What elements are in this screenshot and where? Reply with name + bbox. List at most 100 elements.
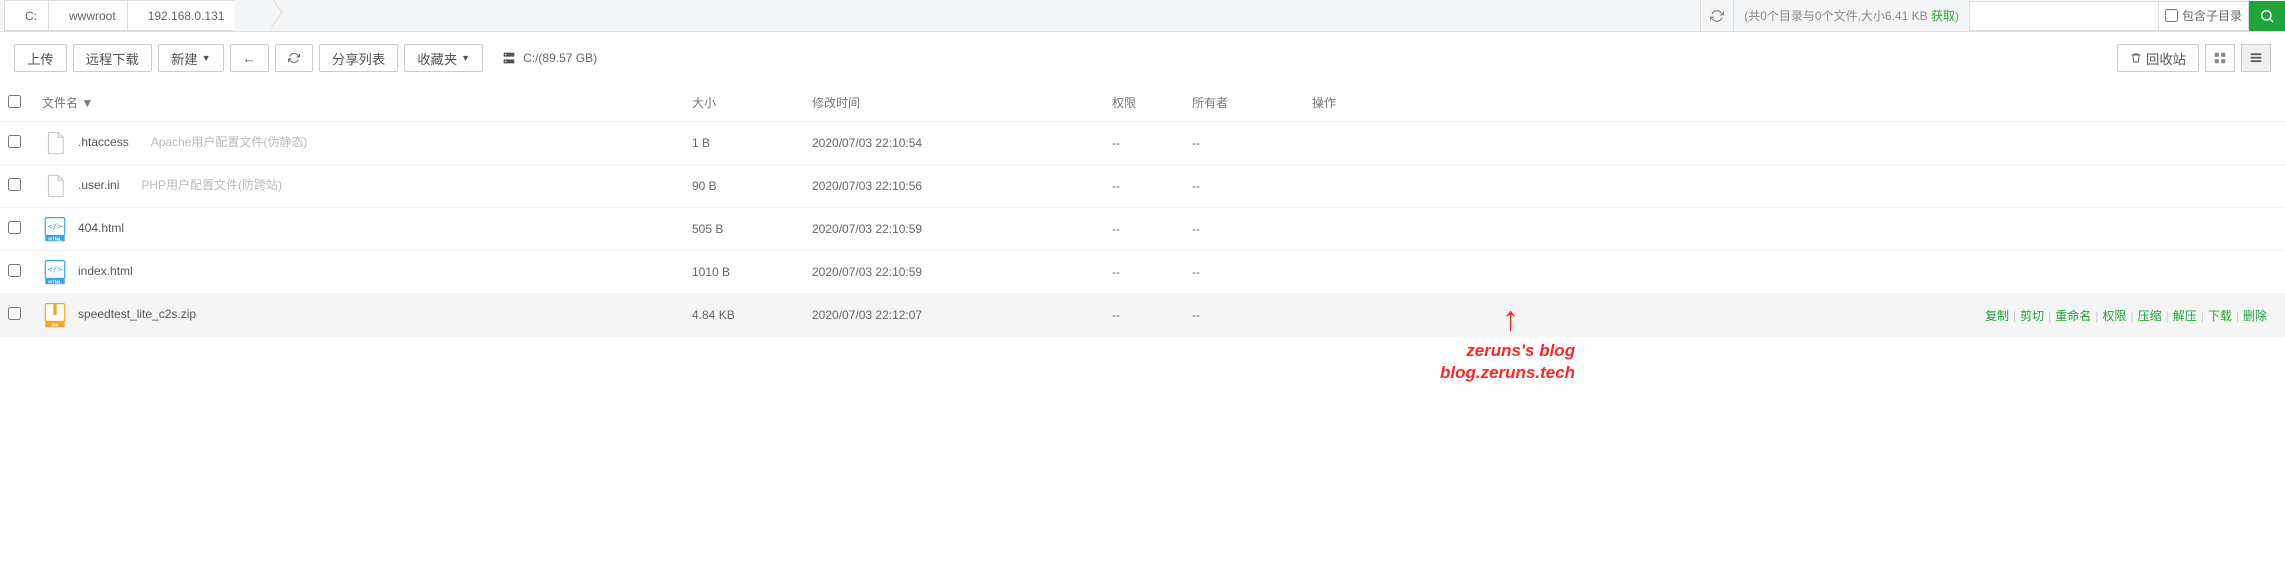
file-name[interactable]: index.html xyxy=(78,264,133,278)
include-subdir-input[interactable] xyxy=(2165,9,2178,22)
row-action-0[interactable]: 复制 xyxy=(1985,309,2009,323)
row-action-7[interactable]: 删除 xyxy=(2243,309,2267,323)
html-file-icon: </> HTML xyxy=(42,216,68,242)
file-desc: Apache用户配置文件(伪静态) xyxy=(151,135,308,149)
breadcrumb-seg-ip[interactable]: 192.168.0.131 xyxy=(127,0,242,31)
html-file-icon: </>HTML xyxy=(42,259,68,285)
header-mtime[interactable]: 修改时间 xyxy=(804,84,1104,122)
view-list-button[interactable] xyxy=(2241,44,2271,72)
view-grid-button[interactable] xyxy=(2205,44,2235,72)
file-owner: -- xyxy=(1184,251,1304,294)
zip-file-icon: ZIP xyxy=(42,302,68,328)
svg-text:</>: </> xyxy=(48,221,63,231)
remote-download-button[interactable]: 远程下载 xyxy=(73,44,152,72)
header-name[interactable]: 文件名 ▼ xyxy=(34,84,684,122)
file-mtime: 2020/07/03 22:10:59 xyxy=(804,208,1104,251)
file-size: 1 B xyxy=(684,122,804,165)
refresh-button[interactable] xyxy=(275,44,313,72)
status-text: (共0个目录与0个文件,大小6.41 KB 获取) xyxy=(1734,7,1969,24)
search-icon xyxy=(2259,8,2275,24)
header-size[interactable]: 大小 xyxy=(684,84,804,122)
file-actions xyxy=(1304,165,2285,208)
header-action: 操作 xyxy=(1304,84,2285,122)
row-action-2[interactable]: 重命名 xyxy=(2055,309,2091,323)
list-icon xyxy=(2249,51,2263,65)
file-actions xyxy=(1304,122,2285,165)
file-perm: -- xyxy=(1104,251,1184,294)
file-actions xyxy=(1304,208,2285,251)
refresh-icon xyxy=(1710,9,1724,23)
select-all-checkbox[interactable] xyxy=(8,95,21,108)
table-row[interactable]: </>HTML404.html505 B2020/07/03 22:10:59-… xyxy=(0,208,2285,251)
file-size: 1010 B xyxy=(684,251,804,294)
watermark: zeruns's blog blog.zeruns.tech xyxy=(1440,340,1575,384)
refresh-icon xyxy=(288,52,300,64)
back-button[interactable]: ← xyxy=(230,44,269,72)
file-mtime: 2020/07/03 22:10:54 xyxy=(804,122,1104,165)
disk-info: C:/(89.57 GB) xyxy=(501,50,597,66)
breadcrumb-bar: C: wwwroot 192.168.0.131 (共0个目录与0个文件,大小6… xyxy=(0,0,2285,32)
file-perm: -- xyxy=(1104,165,1184,208)
file-perm: -- xyxy=(1104,122,1184,165)
status-get-link[interactable]: 获取 xyxy=(1931,9,1955,23)
row-action-6[interactable]: 下载 xyxy=(2208,309,2232,323)
svg-text:HTML: HTML xyxy=(48,236,62,242)
file-actions: 复制|剪切|重命名|权限|压缩|解压|下载|删除 xyxy=(1304,294,2285,337)
share-button[interactable]: 分享列表 xyxy=(319,44,398,72)
breadcrumb-tail xyxy=(235,0,273,31)
row-checkbox[interactable] xyxy=(8,135,21,148)
file-mtime: 2020/07/03 22:12:07 xyxy=(804,294,1104,337)
new-button[interactable]: 新建▼ xyxy=(158,44,224,72)
table-row[interactable]: .htaccess Apache用户配置文件(伪静态) 1 B2020/07/03 … xyxy=(0,122,2285,165)
file-file-icon xyxy=(42,173,68,199)
upload-button[interactable]: 上传 xyxy=(14,44,67,72)
file-table: 文件名 ▼ 大小 修改时间 权限 所有者 操作 .htaccess Apache用… xyxy=(0,84,2285,337)
row-checkbox[interactable] xyxy=(8,307,21,320)
include-subdir-checkbox[interactable]: 包含子目录 xyxy=(2159,1,2249,31)
breadcrumb-seg-c[interactable]: C: xyxy=(4,0,54,31)
row-checkbox[interactable] xyxy=(8,221,21,234)
row-action-4[interactable]: 压缩 xyxy=(2138,309,2162,323)
file-size: 4.84 KB xyxy=(684,294,804,337)
file-actions xyxy=(1304,251,2285,294)
row-checkbox[interactable] xyxy=(8,264,21,277)
svg-text:HTML: HTML xyxy=(48,279,62,285)
header-owner[interactable]: 所有者 xyxy=(1184,84,1304,122)
disk-icon xyxy=(501,50,517,66)
favorites-button[interactable]: 收藏夹▼ xyxy=(404,44,483,72)
grid-icon xyxy=(2213,51,2227,65)
file-name[interactable]: 404.html xyxy=(78,221,124,235)
file-owner: -- xyxy=(1184,122,1304,165)
table-row[interactable]: </>HTML index.html 1010 B2020/07/03 22:10:… xyxy=(0,251,2285,294)
file-name[interactable]: .user.ini xyxy=(78,178,119,192)
file-mtime: 2020/07/03 22:10:59 xyxy=(804,251,1104,294)
trash-icon xyxy=(2130,52,2142,64)
header-perm[interactable]: 权限 xyxy=(1104,84,1184,122)
breadcrumb-seg-wwwroot[interactable]: wwwroot xyxy=(48,0,133,31)
row-action-1[interactable]: 剪切 xyxy=(2020,309,2044,323)
file-name[interactable]: speedtest_lite_c2s.zip xyxy=(78,307,196,321)
row-checkbox[interactable] xyxy=(8,178,21,191)
row-action-3[interactable]: 权限 xyxy=(2102,309,2126,323)
caret-down-icon: ▼ xyxy=(461,53,470,63)
breadcrumb-refresh-button[interactable] xyxy=(1700,0,1734,31)
table-row[interactable]: ZIP speedtest_lite_c2s.zip 4.84 KB2020/07/… xyxy=(0,294,2285,337)
file-desc: PHP用户配置文件(防跨站) xyxy=(141,178,282,192)
file-size: 90 B xyxy=(684,165,804,208)
file-owner: -- xyxy=(1184,208,1304,251)
file-owner: -- xyxy=(1184,165,1304,208)
caret-down-icon: ▼ xyxy=(202,53,211,63)
file-file-icon xyxy=(42,130,68,156)
toolbar: 上传 远程下载 新建▼ ← 分享列表 收藏夹▼ C:/(89.57 GB) 回收… xyxy=(0,32,2285,84)
row-action-5[interactable]: 解压 xyxy=(2173,309,2197,323)
file-name[interactable]: .htaccess xyxy=(78,135,129,149)
sort-desc-icon: ▼ xyxy=(81,96,93,110)
file-mtime: 2020/07/03 22:10:56 xyxy=(804,165,1104,208)
file-perm: -- xyxy=(1104,208,1184,251)
table-row[interactable]: .user.ini PHP用户配置文件(防跨站) 90 B2020/07/03 22… xyxy=(0,165,2285,208)
recycle-bin-button[interactable]: 回收站 xyxy=(2117,44,2199,72)
file-size: 505 B xyxy=(684,208,804,251)
file-owner: -- xyxy=(1184,294,1304,337)
search-input[interactable] xyxy=(1969,1,2159,31)
search-button[interactable] xyxy=(2249,1,2285,31)
